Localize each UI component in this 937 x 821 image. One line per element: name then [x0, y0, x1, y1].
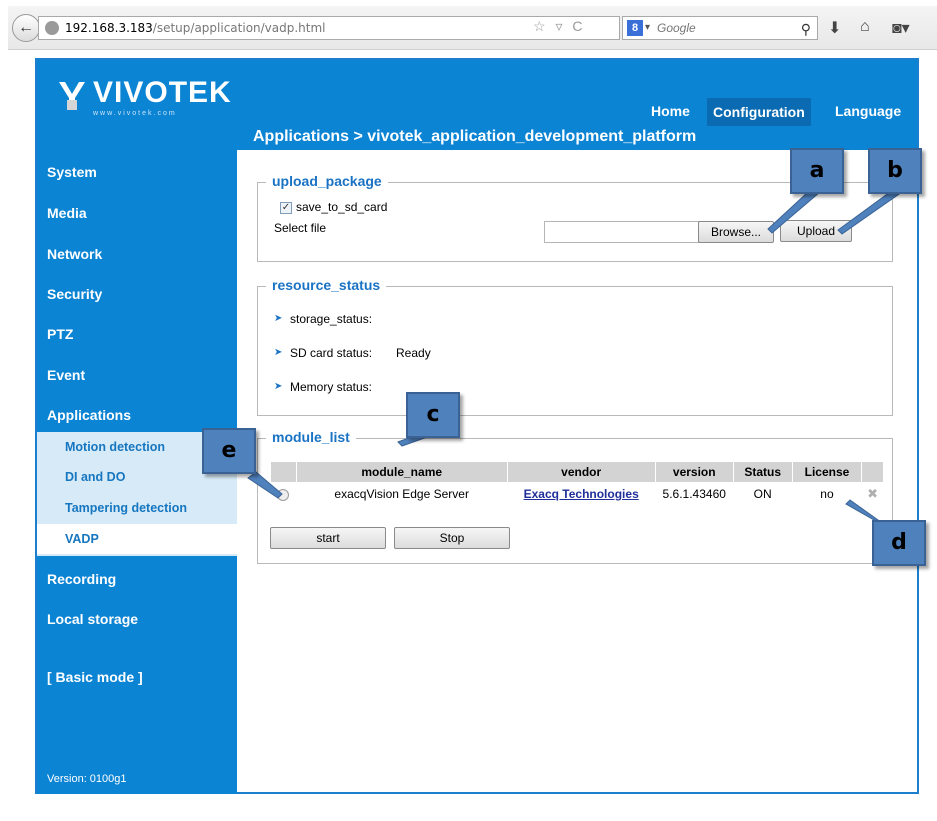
module-select-cell — [271, 483, 296, 505]
page-frame: VIVOTEK www.vivotek.com Home Configurati… — [35, 58, 919, 794]
url-host: 192.168.3.183 — [65, 21, 153, 35]
nav-language[interactable]: Language — [835, 103, 901, 119]
stop-button[interactable]: Stop — [394, 527, 510, 549]
status-cell: ON — [753, 487, 772, 501]
globe-icon — [45, 21, 59, 35]
module-name-cell: exacqVision Edge Server — [334, 487, 469, 501]
column-header-module-name: module_name — [296, 462, 507, 482]
back-arrow-icon[interactable]: ← — [12, 14, 40, 42]
nav-configuration[interactable]: Configuration — [707, 98, 811, 126]
breadcrumb: Applications > vivotek_application_devel… — [253, 128, 697, 145]
sidebar-item-event[interactable]: Event — [47, 367, 85, 383]
resource-status-section: resource_status ➤ storage_status: ➤ SD c… — [257, 277, 893, 416]
callout-b: b — [868, 148, 922, 194]
upload-package-section: upload_package ✓ save_to_sd_card Select … — [257, 173, 893, 262]
resource-status-title: resource_status — [266, 277, 387, 293]
expand-arrow-icon[interactable]: ➤ — [274, 347, 282, 358]
firmware-version: Version: 0100g1 — [47, 773, 127, 785]
module-list-section: module_list module_name vendor version S… — [257, 429, 893, 564]
extension-menu-icon[interactable]: ◙▾ — [892, 18, 910, 38]
search-engine-icon[interactable]: 8 — [627, 20, 643, 36]
submenu-active-highlight: VADP — [37, 524, 237, 554]
start-button[interactable]: start — [270, 527, 386, 549]
sidebar-item-local-storage[interactable]: Local storage — [47, 611, 138, 627]
chevron-down-icon[interactable]: ▾ — [645, 17, 650, 39]
callout-d: d — [872, 520, 926, 566]
sidebar-item-applications[interactable]: Applications — [47, 407, 131, 423]
license-cell[interactable]: no — [793, 483, 861, 505]
save-to-sd-label: save_to_sd_card — [296, 200, 388, 214]
bookmark-star-icon[interactable]: ☆ ▿ C — [533, 18, 585, 35]
delete-cell: ✖ — [862, 483, 883, 505]
logo-mark-icon — [59, 82, 85, 110]
column-header-status: Status — [733, 462, 792, 482]
memory-status-label[interactable]: Memory status: — [290, 380, 372, 394]
callout-a: a — [790, 148, 844, 194]
logo-subtext: www.vivotek.com — [93, 110, 177, 117]
download-icon[interactable]: ⬇ — [828, 18, 841, 38]
delete-icon[interactable]: ✖ — [867, 486, 878, 501]
sd-card-status-label[interactable]: SD card status: — [290, 346, 372, 360]
url-path: /setup/application/vadp.html — [152, 21, 326, 35]
submenu-item-di-do[interactable]: DI and DO — [65, 470, 125, 484]
save-to-sd-checkbox[interactable]: ✓ — [280, 202, 292, 214]
column-header-license: License — [792, 462, 862, 482]
home-icon[interactable]: ⌂ — [860, 18, 870, 36]
module-table: module_name vendor version Status Licens… — [270, 461, 884, 506]
column-header-delete — [862, 462, 883, 482]
search-input[interactable]: 8 ▾ Google ⚲ — [622, 16, 818, 40]
module-table-header: module_name vendor version Status Licens… — [271, 462, 883, 482]
search-icon[interactable]: ⚲ — [801, 18, 811, 40]
sidebar-item-network[interactable]: Network — [47, 246, 102, 262]
sidebar-item-recording[interactable]: Recording — [47, 571, 116, 587]
submenu-item-vadp[interactable]: VADP — [65, 532, 99, 546]
column-header-select — [271, 462, 296, 482]
browser-toolbar: ← 192.168.3.183/setup/application/vadp.h… — [8, 6, 937, 50]
sidebar-item-security[interactable]: Security — [47, 286, 102, 302]
vendor-cell: Exacq Technologies — [508, 483, 655, 505]
module-list-title: module_list — [266, 429, 356, 445]
submenu-item-motion-detection[interactable]: Motion detection — [65, 440, 165, 454]
callout-c: c — [406, 392, 460, 438]
breadcrumb-bar: Applications > vivotek_application_devel… — [237, 126, 917, 150]
callout-e: e — [202, 428, 256, 474]
expand-arrow-icon[interactable]: ➤ — [274, 313, 282, 324]
column-header-vendor: vendor — [507, 462, 655, 482]
header: VIVOTEK www.vivotek.com Home Configurati… — [37, 60, 917, 126]
search-placeholder: Google — [657, 21, 696, 35]
logo-text: VIVOTEK — [93, 76, 232, 109]
submenu-item-tampering-detection[interactable]: Tampering detection — [65, 501, 187, 515]
sidebar-item-ptz[interactable]: PTZ — [47, 326, 73, 342]
upload-button[interactable]: Upload — [780, 220, 852, 242]
expand-arrow-icon[interactable]: ➤ — [274, 381, 282, 392]
table-row: exacqVision Edge Server Exacq Technologi… — [271, 483, 883, 505]
select-file-label: Select file — [274, 221, 327, 235]
nav-home[interactable]: Home — [651, 103, 690, 119]
module-select-radio[interactable] — [277, 488, 290, 501]
sidebar-item-media[interactable]: Media — [47, 205, 87, 221]
file-path-input[interactable] — [544, 221, 700, 243]
upload-package-title: upload_package — [266, 173, 388, 189]
vendor-link[interactable]: Exacq Technologies — [524, 487, 639, 501]
sd-card-status-value: Ready — [396, 346, 431, 360]
sidebar-item-system[interactable]: System — [47, 164, 97, 180]
basic-mode-link[interactable]: [ Basic mode ] — [47, 669, 143, 685]
vivotek-logo[interactable]: VIVOTEK www.vivotek.com — [51, 74, 231, 120]
storage-status-label[interactable]: storage_status: — [290, 312, 372, 326]
version-cell: 5.6.1.43460 — [662, 487, 726, 501]
column-header-version: version — [655, 462, 733, 482]
browse-button[interactable]: Browse... — [698, 221, 774, 243]
